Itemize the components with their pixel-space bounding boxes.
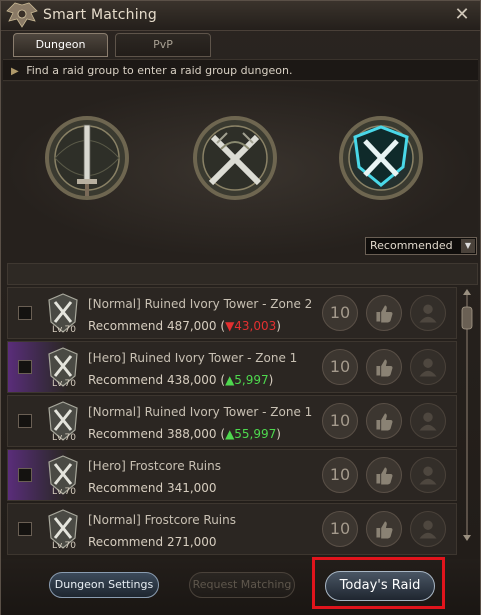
level-label: Lv.70 xyxy=(52,487,76,497)
highlight-box xyxy=(312,557,445,609)
recommend-line: Recommend 341,000 xyxy=(88,481,217,495)
recommend-delta: ▲5,997 xyxy=(225,373,269,387)
list-item[interactable]: Lv.70 [Hero] Frostcore Ruins Recommend 3… xyxy=(7,449,457,501)
level-label: Lv.70 xyxy=(52,379,76,389)
user-silhouette-icon xyxy=(410,511,446,547)
thumbs-up-icon[interactable] xyxy=(366,295,402,331)
list-item[interactable]: Lv.70 [Hero] Ruined Ivory Tower - Zone 1… xyxy=(7,341,457,393)
party-size-badge: 10 xyxy=(322,295,358,331)
recommend-value: 341,000 xyxy=(166,481,217,495)
recommend-delta: ▲55,997 xyxy=(225,427,277,441)
dungeon-name: [Normal] Ruined Ivory Tower - Zone 1 xyxy=(88,405,313,419)
row-checkbox[interactable] xyxy=(18,468,32,482)
mode-selector xyxy=(3,82,478,258)
party-size-badge: 10 xyxy=(322,349,358,385)
thumbs-up-icon[interactable] xyxy=(366,403,402,439)
recommend-label: Recommend xyxy=(88,319,164,333)
level-label: Lv.70 xyxy=(52,433,76,443)
recommend-label: Recommend xyxy=(88,373,164,387)
list-header xyxy=(7,263,478,285)
thumbs-up-icon[interactable] xyxy=(366,457,402,493)
list-item[interactable]: Lv.70 [Normal] Ruined Ivory Tower - Zone… xyxy=(7,287,457,339)
close-icon[interactable]: ✕ xyxy=(452,5,472,25)
info-text: Find a raid group to enter a raid group … xyxy=(26,64,293,77)
dungeon-name: [Normal] Frostcore Ruins xyxy=(88,513,236,527)
recommend-line: Recommend 438,000 (▲5,997) xyxy=(88,373,274,387)
recommend-line: Recommend 388,000 (▲55,997) xyxy=(88,427,281,441)
recommend-value: 271,000 xyxy=(166,535,217,549)
party-size-badge: 10 xyxy=(322,457,358,493)
recommend-value: 388,000 xyxy=(166,427,217,441)
dungeon-name: [Hero] Frostcore Ruins xyxy=(88,459,221,473)
party-size-badge: 10 xyxy=(322,403,358,439)
sort-selected-value: Recommended xyxy=(370,239,453,252)
recommend-line: Recommend 487,000 (▼43,003) xyxy=(88,319,281,333)
row-checkbox[interactable] xyxy=(18,522,32,536)
window-title: Smart Matching xyxy=(43,7,157,23)
smart-matching-window: Smart Matching ✕ Dungeon PvP ▶ Find a ra… xyxy=(0,0,481,615)
list-item[interactable]: Lv.70 [Normal] Frostcore Ruins Recommend… xyxy=(7,503,457,555)
row-checkbox[interactable] xyxy=(18,360,32,374)
recommend-value: 487,000 xyxy=(166,319,217,333)
request-matching-button[interactable]: Request Matching xyxy=(189,572,295,598)
thumbs-up-icon[interactable] xyxy=(366,511,402,547)
user-silhouette-icon xyxy=(410,349,446,385)
list-item[interactable]: Lv.70 [Normal] Ruined Ivory Tower - Zone… xyxy=(7,395,457,447)
dungeon-list: Lv.70 [Normal] Ruined Ivory Tower - Zone… xyxy=(7,287,457,559)
user-silhouette-icon xyxy=(410,295,446,331)
sort-dropdown[interactable]: Recommended ▼ xyxy=(365,237,477,255)
recommend-delta: ▼43,003 xyxy=(225,319,277,333)
level-label: Lv.70 xyxy=(52,325,76,335)
user-silhouette-icon xyxy=(410,457,446,493)
recommend-label: Recommend xyxy=(88,535,164,549)
recommend-line: Recommend 271,000 xyxy=(88,535,217,549)
dungeon-name: [Hero] Ruined Ivory Tower - Zone 1 xyxy=(88,351,298,365)
tab-dungeon[interactable]: Dungeon xyxy=(13,33,108,57)
user-silhouette-icon xyxy=(410,403,446,439)
thumbs-up-icon[interactable] xyxy=(366,349,402,385)
crossed-swords-medal-icon[interactable] xyxy=(187,105,283,211)
recommend-value: 438,000 xyxy=(166,373,217,387)
dungeon-name: [Normal] Ruined Ivory Tower - Zone 2 xyxy=(88,297,313,311)
tab-pvp[interactable]: PvP xyxy=(115,33,211,57)
single-sword-medal-icon[interactable] xyxy=(39,105,135,211)
recommend-label: Recommend xyxy=(88,427,164,441)
title-bar[interactable]: Smart Matching ✕ xyxy=(1,1,480,31)
list-scrollbar[interactable] xyxy=(459,287,475,543)
shield-crossed-swords-medal-icon[interactable] xyxy=(333,105,429,211)
party-size-badge: 10 xyxy=(322,511,358,547)
dungeon-settings-button[interactable]: Dungeon Settings xyxy=(49,572,159,598)
chevron-down-icon[interactable]: ▼ xyxy=(461,239,475,253)
info-bar: ▶ Find a raid group to enter a raid grou… xyxy=(3,59,478,81)
recommend-label: Recommend xyxy=(88,481,164,495)
row-checkbox[interactable] xyxy=(18,306,32,320)
arrow-right-icon: ▶ xyxy=(11,66,19,77)
level-label: Lv.70 xyxy=(52,541,76,551)
row-checkbox[interactable] xyxy=(18,414,32,428)
wing-emblem-icon xyxy=(6,2,38,28)
